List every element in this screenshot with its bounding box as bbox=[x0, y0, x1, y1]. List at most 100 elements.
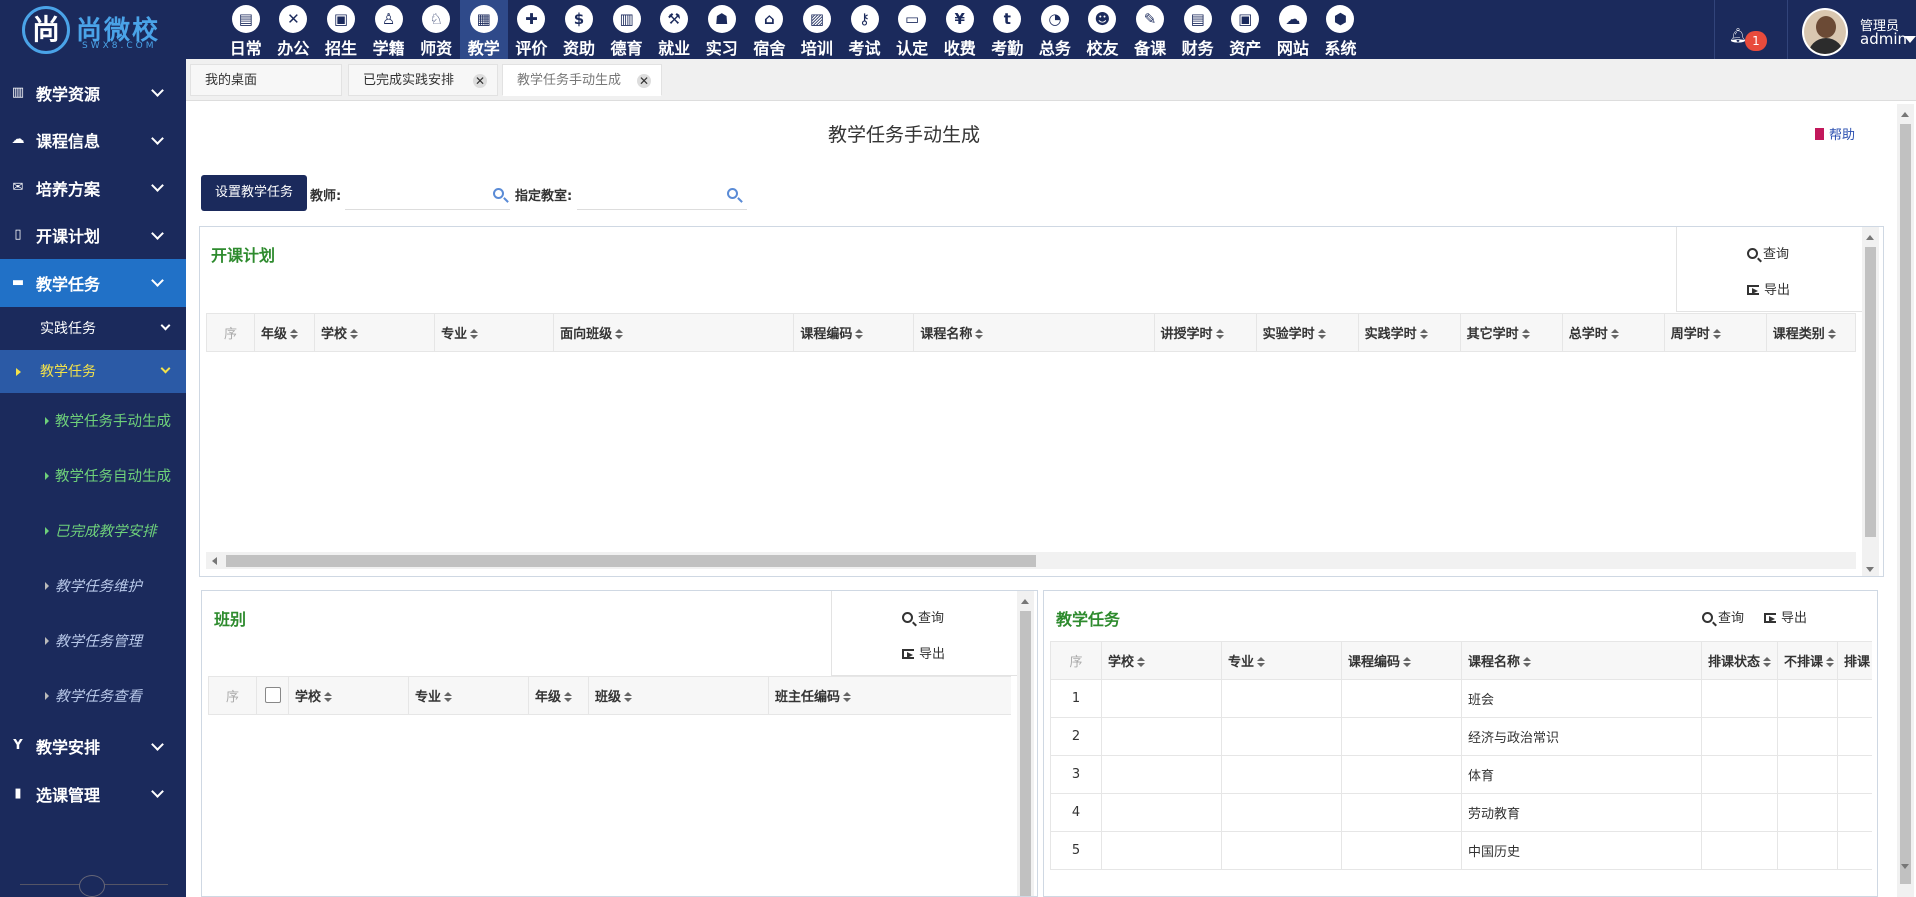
sidebar-item-5[interactable]: 教学任务查看 bbox=[0, 668, 186, 723]
nav-item-9[interactable]: ⚒ 就业 bbox=[650, 0, 698, 59]
teacher-input[interactable] bbox=[345, 180, 510, 210]
nav-item-17[interactable]: ◔ 总务 bbox=[1031, 0, 1079, 59]
nav-item-15[interactable]: ¥ 收费 bbox=[936, 0, 984, 59]
close-icon[interactable]: ✕ bbox=[637, 74, 651, 88]
scroll-up-icon[interactable] bbox=[1021, 599, 1029, 604]
nav-item-3[interactable]: ♙ 学籍 bbox=[365, 0, 413, 59]
sidebar-group-0[interactable]: ▥ 教学资源 bbox=[0, 69, 186, 117]
column-header[interactable] bbox=[256, 676, 289, 715]
column-header[interactable]: 总学时 bbox=[1561, 313, 1665, 352]
set-task-button[interactable]: 设置教学任务 bbox=[201, 175, 307, 211]
sidebar-subgroup-1[interactable]: 教学任务 bbox=[0, 349, 186, 393]
nav-item-1[interactable]: ✕ 办公 bbox=[270, 0, 318, 59]
sort-icon[interactable] bbox=[1257, 657, 1266, 667]
class-vscrollbar[interactable] bbox=[1017, 591, 1034, 896]
nav-item-16[interactable]: t 考勤 bbox=[984, 0, 1032, 59]
sidebar-item-2[interactable]: 已完成教学安排 bbox=[0, 503, 186, 558]
search-icon[interactable] bbox=[727, 188, 738, 199]
user-name[interactable]: admin bbox=[1860, 30, 1907, 48]
column-header[interactable]: 专业 bbox=[434, 313, 555, 352]
sort-icon[interactable] bbox=[444, 692, 453, 702]
column-header[interactable]: 课程编码 bbox=[1341, 641, 1462, 680]
sort-icon[interactable] bbox=[975, 329, 984, 339]
column-header[interactable]: 不排课 bbox=[1777, 641, 1838, 680]
table-row[interactable]: 2 经济与政治常识 bbox=[1050, 717, 1872, 756]
tab-desktop[interactable]: 我的桌面 bbox=[190, 64, 342, 96]
sort-icon[interactable] bbox=[1523, 657, 1532, 667]
page-vscrollbar[interactable] bbox=[1897, 104, 1914, 897]
notification-badge[interactable]: 1 bbox=[1745, 31, 1767, 51]
column-header[interactable]: 年级 bbox=[254, 313, 316, 352]
sidebar-group-2[interactable]: ✉ 培养方案 bbox=[0, 164, 186, 212]
task-export-button[interactable]: 导出 bbox=[1764, 607, 1807, 626]
plan-vscroll-thumb[interactable] bbox=[1865, 247, 1876, 537]
sort-icon[interactable] bbox=[624, 692, 633, 702]
user-menu[interactable]: 管理员 admin bbox=[1787, 0, 1916, 59]
table-row[interactable]: 1 班会 bbox=[1050, 679, 1872, 718]
plan-hscroll-thumb[interactable] bbox=[226, 555, 1036, 567]
column-header[interactable]: 班级 bbox=[588, 676, 769, 715]
column-header[interactable]: 周学时 bbox=[1663, 313, 1767, 352]
sidebar-item-1[interactable]: 教学任务自动生成 bbox=[0, 448, 186, 503]
sort-icon[interactable] bbox=[1521, 329, 1530, 339]
nav-item-11[interactable]: ⌂ 宿舍 bbox=[746, 0, 794, 59]
nav-item-0[interactable]: ▤ 日常 bbox=[222, 0, 270, 59]
column-header[interactable]: 排课 bbox=[1837, 641, 1872, 680]
column-header[interactable]: 讲授学时 bbox=[1153, 313, 1257, 352]
plan-export-button[interactable]: 导出 bbox=[1747, 279, 1790, 298]
nav-item-2[interactable]: ▣ 招生 bbox=[317, 0, 365, 59]
sort-icon[interactable] bbox=[843, 692, 852, 702]
sort-icon[interactable] bbox=[1712, 329, 1721, 339]
scroll-left-icon[interactable] bbox=[212, 557, 217, 565]
tab-manual-generate[interactable]: 教学任务手动生成 ✕ bbox=[502, 64, 662, 96]
avatar[interactable] bbox=[1802, 8, 1848, 56]
plan-vscrollbar[interactable] bbox=[1862, 227, 1879, 576]
column-header[interactable]: 学校 bbox=[1101, 641, 1222, 680]
column-header[interactable]: 课程编码 bbox=[793, 313, 915, 352]
class-vscroll-thumb[interactable] bbox=[1020, 611, 1031, 896]
column-header[interactable]: 面向班级 bbox=[553, 313, 795, 352]
sort-icon[interactable] bbox=[1610, 329, 1619, 339]
sort-icon[interactable] bbox=[1419, 329, 1428, 339]
sort-icon[interactable] bbox=[1763, 657, 1772, 667]
sort-icon[interactable] bbox=[290, 329, 299, 339]
column-header[interactable]: 年级 bbox=[528, 676, 589, 715]
nav-item-21[interactable]: ▣ 资产 bbox=[1221, 0, 1269, 59]
class-export-button[interactable]: 导出 bbox=[902, 643, 945, 662]
plan-query-button[interactable]: 查询 bbox=[1747, 243, 1789, 262]
page-vscroll-thumb[interactable] bbox=[1900, 124, 1911, 884]
sidebar-group-bottom-1[interactable]: ▮ 选课管理 bbox=[0, 770, 186, 818]
sidebar-group-1[interactable]: ☁ 课程信息 bbox=[0, 117, 186, 165]
nav-item-6[interactable]: ✚ 评价 bbox=[508, 0, 556, 59]
nav-item-8[interactable]: ▥ 德育 bbox=[603, 0, 651, 59]
sort-icon[interactable] bbox=[1403, 657, 1412, 667]
column-header[interactable]: 学校 bbox=[314, 313, 436, 352]
column-header[interactable]: 专业 bbox=[1221, 641, 1342, 680]
brand-logo[interactable]: 尚 尚微校 SWX8.COM bbox=[18, 6, 178, 54]
help-link[interactable]: 帮助 bbox=[1815, 124, 1855, 143]
column-header[interactable]: 序 bbox=[206, 313, 256, 352]
sidebar-group-bottom-0[interactable]: Y 教学安排 bbox=[0, 723, 186, 771]
nav-item-19[interactable]: ✎ 备课 bbox=[1126, 0, 1174, 59]
nav-item-5[interactable]: ▦ 教学 bbox=[459, 0, 508, 59]
column-header[interactable]: 班主任编码 bbox=[768, 676, 1011, 715]
column-header[interactable]: 课程类别 bbox=[1765, 313, 1856, 352]
sort-icon[interactable] bbox=[470, 329, 479, 339]
column-header[interactable]: 学校 bbox=[288, 676, 409, 715]
scroll-up-icon[interactable] bbox=[1901, 112, 1909, 117]
column-header[interactable]: 课程名称 bbox=[1461, 641, 1702, 680]
scroll-up-icon[interactable] bbox=[1866, 235, 1874, 240]
nav-item-12[interactable]: ▨ 培训 bbox=[793, 0, 841, 59]
nav-item-4[interactable]: ♘ 师资 bbox=[412, 0, 460, 59]
column-header[interactable]: 排课状态 bbox=[1701, 641, 1778, 680]
sort-icon[interactable] bbox=[324, 692, 333, 702]
plan-hscrollbar[interactable] bbox=[206, 552, 1856, 569]
sort-icon[interactable] bbox=[855, 329, 864, 339]
nav-item-23[interactable]: ⬢ 系统 bbox=[1317, 0, 1365, 59]
nav-item-14[interactable]: ▭ 认定 bbox=[888, 0, 936, 59]
sort-icon[interactable] bbox=[1827, 329, 1836, 339]
scroll-down-icon[interactable] bbox=[1901, 864, 1909, 869]
tab-completed-practice[interactable]: 已完成实践安排 ✕ bbox=[348, 64, 498, 96]
sidebar-subgroup-0[interactable]: 实践任务 bbox=[0, 306, 186, 350]
column-header[interactable]: 专业 bbox=[408, 676, 529, 715]
